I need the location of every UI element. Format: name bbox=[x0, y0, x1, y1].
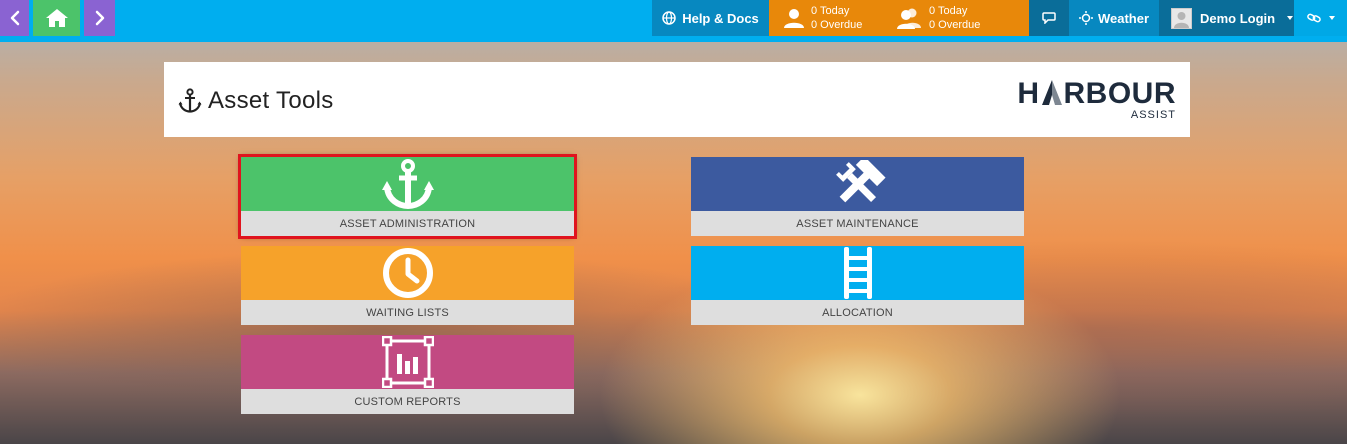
notifications-panel: 0 Today 0 Overdue 0 Today 0 Overdue bbox=[769, 0, 1029, 36]
links-dropdown[interactable] bbox=[1294, 0, 1347, 36]
tile-label: CUSTOM REPORTS bbox=[241, 389, 574, 414]
user-avatar-icon bbox=[1174, 11, 1189, 28]
chevron-left-icon bbox=[10, 10, 19, 26]
tile-waiting-lists[interactable]: WAITING LISTS bbox=[241, 246, 574, 325]
tile-label: ALLOCATION bbox=[691, 300, 1024, 325]
report-chart-icon bbox=[381, 336, 434, 388]
home-button[interactable] bbox=[33, 0, 80, 36]
chat-button[interactable] bbox=[1029, 0, 1069, 36]
link-icon bbox=[1306, 13, 1321, 23]
users-group-icon bbox=[897, 8, 921, 29]
tile-label: WAITING LISTS bbox=[241, 300, 574, 325]
page-title: Asset Tools bbox=[178, 86, 334, 116]
tile-asset-maintenance[interactable]: ASSET MAINTENANCE bbox=[691, 157, 1024, 236]
tile-custom-reports[interactable]: CUSTOM REPORTS bbox=[241, 335, 574, 414]
back-button[interactable] bbox=[0, 0, 29, 36]
user-icon bbox=[784, 9, 804, 28]
user-menu-dropdown[interactable]: Demo Login bbox=[1159, 0, 1294, 36]
caret-down-icon bbox=[1328, 16, 1335, 20]
chevron-right-icon bbox=[95, 10, 104, 26]
weather-label: Weather bbox=[1097, 10, 1150, 26]
ladder-icon bbox=[843, 247, 872, 299]
sun-icon bbox=[1078, 11, 1093, 25]
top-navigation-bar: Help & Docs 0 Today 0 Overdue 0 Today 0 … bbox=[0, 0, 1347, 42]
home-icon bbox=[45, 9, 68, 27]
clock-icon bbox=[382, 248, 433, 298]
help-docs-button[interactable]: Help & Docs bbox=[652, 0, 769, 36]
personal-overdue-count: 0 Overdue bbox=[811, 19, 863, 31]
personal-today-count: 0 Today bbox=[811, 5, 850, 17]
tile-allocation[interactable]: ALLOCATION bbox=[691, 246, 1024, 325]
group-notifications[interactable]: 0 Today 0 Overdue bbox=[897, 0, 980, 36]
tile-label: ASSET MAINTENANCE bbox=[691, 211, 1024, 236]
chat-bubble-icon bbox=[1042, 12, 1056, 24]
weather-button[interactable]: Weather bbox=[1069, 0, 1159, 36]
sail-icon bbox=[1040, 79, 1064, 105]
anchor-icon bbox=[381, 159, 434, 209]
group-overdue-count: 0 Overdue bbox=[929, 19, 981, 31]
avatar bbox=[1171, 7, 1192, 29]
page-title-text: Asset Tools bbox=[208, 87, 334, 114]
group-today-count: 0 Today bbox=[929, 5, 968, 17]
logo-subtitle: ASSIST bbox=[1130, 109, 1176, 121]
tools-icon bbox=[835, 160, 886, 203]
logo-letter-h: H bbox=[1017, 77, 1040, 110]
user-name: Demo Login bbox=[1200, 10, 1276, 26]
forward-button[interactable] bbox=[84, 0, 115, 36]
anchor-icon bbox=[178, 88, 202, 113]
logo-letters-rbour: RBOUR bbox=[1063, 77, 1176, 110]
tile-label: ASSET ADMINISTRATION bbox=[241, 211, 574, 236]
globe-icon bbox=[662, 11, 676, 25]
help-docs-label: Help & Docs bbox=[682, 10, 759, 26]
caret-down-icon bbox=[1287, 16, 1294, 20]
tile-asset-administration[interactable]: ASSET ADMINISTRATION bbox=[238, 154, 577, 239]
personal-notifications[interactable]: 0 Today 0 Overdue bbox=[783, 0, 862, 36]
harbour-assist-logo: H RBOUR ASSIST bbox=[1016, 78, 1176, 122]
page-header: Asset Tools H RBOUR ASSIST bbox=[164, 62, 1190, 137]
